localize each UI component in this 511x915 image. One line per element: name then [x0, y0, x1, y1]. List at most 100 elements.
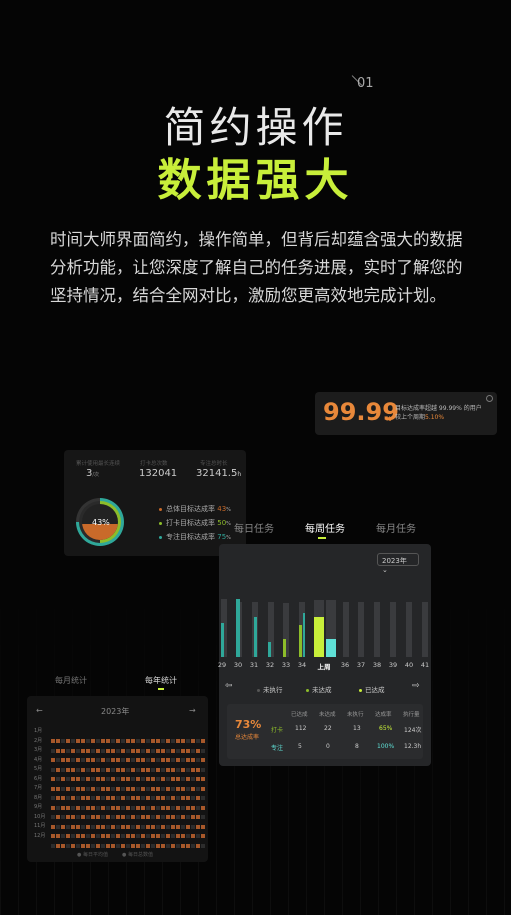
ranking-text-line1: 目标达成率超越 99.99% 的用户	[395, 405, 482, 412]
month-label: 6月	[34, 775, 43, 782]
day-cell	[71, 843, 75, 848]
day-cell	[171, 843, 175, 848]
x-label: 34	[297, 661, 307, 669]
week-bar	[358, 602, 364, 657]
tab-active-indicator	[318, 537, 326, 539]
legend-not-achieved: 未达成	[306, 684, 332, 694]
legend-achieved: 已达成	[359, 684, 385, 694]
day-cell	[91, 843, 95, 848]
ranking-text: 目标达成率超越 99.99% 的用户 较上个周期5.10%	[395, 404, 495, 422]
week-bar	[374, 602, 380, 657]
day-cell	[96, 843, 100, 848]
stat-value-streak: 3/次	[86, 468, 100, 479]
month-row	[51, 738, 206, 753]
legend-daily-avg: ● 每日平均值	[77, 852, 108, 858]
stat-value-checkins: 132041	[139, 468, 178, 479]
day-cell	[181, 843, 185, 848]
x-label: 29	[217, 661, 227, 669]
month-label: 7月	[34, 785, 43, 791]
tab-yearly-stats[interactable]: 每年统计	[145, 675, 177, 686]
day-cell	[81, 843, 85, 848]
x-label: 33	[281, 661, 291, 669]
day-cell	[66, 843, 70, 848]
day-cell	[111, 843, 115, 848]
day-cell	[141, 843, 145, 848]
cell: 124次	[404, 727, 422, 734]
day-cell	[126, 843, 130, 848]
day-cell	[146, 843, 150, 848]
stat-label-checkins: 打卡总次数	[140, 461, 168, 467]
ranking-badge-card: 99.99 % 目标达成率超越 99.99% 的用户 较上个周期5.10%	[315, 392, 497, 435]
day-cell	[196, 843, 200, 848]
task-tabs: 每日任务 每周任务 每月任务	[234, 520, 434, 540]
month-label: 10月	[34, 813, 46, 820]
day-cell	[116, 843, 120, 848]
month-row	[51, 823, 206, 838]
completion-ring-label: 43%	[92, 518, 110, 527]
day-cell	[151, 843, 155, 848]
x-label: 41	[420, 661, 430, 669]
x-label: 37	[356, 661, 366, 669]
ranking-highlight: 5.10%	[425, 414, 445, 421]
month-label: 11月	[34, 823, 46, 829]
day-cell	[131, 843, 135, 848]
month-label: 4月	[34, 756, 43, 763]
weekly-bar-chart	[219, 572, 431, 657]
week-bar-current	[314, 600, 324, 657]
next-year-icon[interactable]: →	[189, 706, 196, 715]
col-header: 未执行	[347, 712, 364, 718]
x-label: 36	[340, 661, 350, 669]
week-bar	[252, 602, 258, 657]
ranking-unit: %	[385, 415, 392, 423]
month-row	[51, 833, 206, 848]
legend-overall: 总体目标达成率 43%	[159, 504, 231, 514]
row-name: 打卡	[271, 727, 284, 734]
day-cell	[106, 843, 110, 848]
next-arrow-icon[interactable]: ⇨	[412, 681, 420, 691]
week-bar-current	[326, 600, 336, 657]
info-icon[interactable]	[486, 395, 493, 402]
month-row	[51, 766, 206, 781]
x-label: 30	[233, 661, 243, 669]
summary-stats-card: 累计使用最长连续 打卡总次数 专注总时长 3/次 132041 32141.5h…	[64, 450, 246, 556]
stat-value-focus: 32141.5h	[196, 468, 242, 479]
day-cell	[76, 843, 80, 848]
month-row	[51, 757, 206, 772]
month-row	[51, 747, 206, 762]
day-cell	[51, 843, 55, 848]
cell: 0	[326, 743, 330, 750]
yearly-tab-indicator	[158, 688, 164, 690]
col-header: 达成率	[375, 712, 392, 718]
month-row	[51, 776, 206, 791]
week-bar	[236, 599, 242, 657]
tab-monthly[interactable]: 每月任务	[376, 520, 416, 535]
tab-weekly[interactable]: 每周任务	[305, 520, 345, 535]
month-label: 1月	[34, 728, 43, 734]
year-select[interactable]: 2023年 ⌄	[377, 553, 419, 574]
prev-year-icon[interactable]: ←	[36, 706, 43, 715]
legend-focus: 专注目标达成率 75%	[159, 532, 231, 542]
day-cell	[186, 843, 190, 848]
row-name: 专注	[271, 745, 284, 752]
tab-monthly-stats[interactable]: 每月统计	[55, 675, 87, 686]
day-cell	[191, 843, 195, 848]
month-label: 8月	[34, 794, 43, 801]
cell: 5	[298, 743, 302, 750]
section-number: 01	[357, 76, 374, 91]
day-cell	[201, 843, 205, 848]
month-row	[51, 804, 206, 819]
cell: 12.3h	[404, 743, 422, 750]
feature-description: 时间大师界面简约，操作简单，但背后却蕴含强大的数据分析功能，让您深度了解自己的任…	[50, 230, 463, 305]
week-bar	[268, 602, 274, 657]
month-label: 5月	[34, 766, 43, 772]
day-cell	[166, 843, 170, 848]
x-label-current: 上周	[317, 663, 331, 671]
week-bar	[390, 602, 396, 657]
x-label: 31	[249, 661, 259, 669]
col-header: 已达成	[291, 712, 308, 718]
stat-label-streak: 累计使用最长连续	[76, 461, 121, 467]
tab-daily[interactable]: 每日任务	[234, 520, 274, 535]
prev-arrow-icon[interactable]: ⇦	[225, 681, 233, 691]
week-bar	[406, 602, 412, 657]
month-row	[51, 785, 206, 800]
